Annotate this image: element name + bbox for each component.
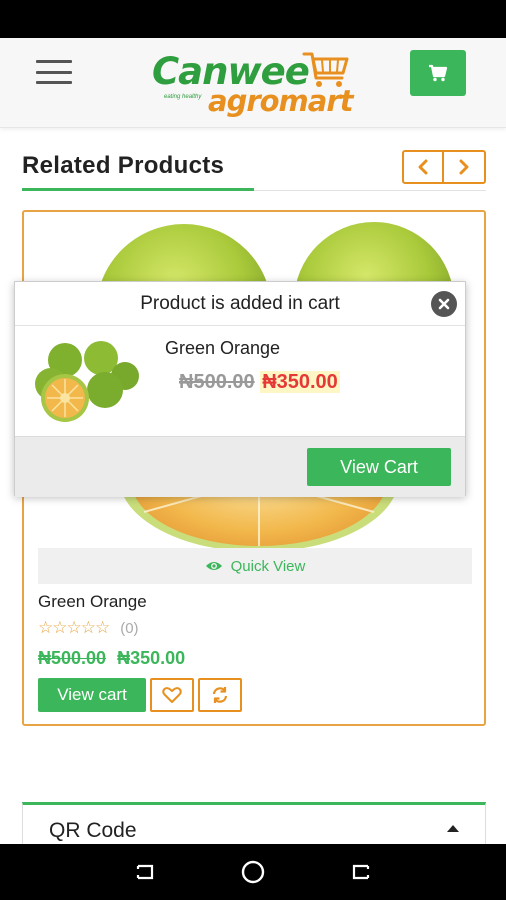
popup-sale-price: ₦350.00 [260, 371, 340, 393]
close-icon [438, 298, 450, 310]
recents-button[interactable] [129, 857, 159, 887]
android-nav-bar [0, 844, 506, 900]
recents-icon [137, 864, 154, 880]
carousel-next-button[interactable] [444, 150, 486, 184]
home-icon [241, 860, 265, 884]
carousel-prev-button[interactable] [402, 150, 444, 184]
related-products-header: Related Products [22, 148, 486, 192]
review-count: (0) [120, 619, 139, 637]
app-header: Canwee eating healthy agromart [0, 38, 506, 128]
quick-view-label: Quick View [230, 557, 306, 575]
popup-header: Product is added in cart [15, 282, 465, 326]
section-title: Related Products [22, 152, 225, 179]
section-underline [22, 188, 254, 191]
popup-old-price: ₦500.00 [179, 371, 255, 393]
heart-icon [162, 687, 182, 703]
caret-up-icon[interactable] [447, 825, 459, 832]
hamburger-icon[interactable] [36, 60, 72, 84]
rating-stars: ☆☆☆☆☆ [38, 618, 110, 637]
quick-view-button[interactable]: Quick View [38, 548, 472, 584]
logo[interactable]: Canwee eating healthy agromart [152, 48, 362, 120]
product-prices: ₦500.00 ₦350.00 [38, 648, 185, 669]
shopping-cart-icon [429, 64, 448, 82]
logo-tagline: eating healthy [164, 94, 202, 100]
product-actions: View cart [38, 678, 242, 712]
sale-price: ₦350.00 [117, 648, 186, 668]
carousel-nav [402, 150, 486, 184]
popup-view-cart-button[interactable]: View Cart [307, 448, 451, 486]
chevron-left-icon [418, 159, 428, 175]
eye-icon [205, 562, 222, 570]
popup-product-name: Green Orange [165, 338, 281, 358]
product-rating: ☆☆☆☆☆ (0) [38, 618, 139, 638]
basket-icon [302, 52, 349, 87]
back-icon [352, 864, 369, 880]
popup-footer: View Cart [15, 436, 465, 497]
refresh-icon [212, 687, 228, 703]
status-bar [0, 0, 506, 38]
chevron-right-icon [459, 159, 469, 175]
qr-code-title: QR Code [49, 819, 137, 842]
added-to-cart-popup: Product is added in cart Green Orange ₦5… [14, 281, 466, 497]
close-button[interactable] [431, 291, 457, 317]
product-name[interactable]: Green Orange [38, 592, 147, 612]
wishlist-button[interactable] [150, 678, 194, 712]
cart-button[interactable] [410, 50, 466, 96]
popup-title: Product is added in cart [140, 293, 340, 314]
home-button[interactable] [238, 857, 268, 887]
back-button[interactable] [347, 857, 377, 887]
old-price: ₦500.00 [38, 648, 107, 668]
popup-prices: ₦500.00 ₦350.00 [179, 371, 340, 394]
view-cart-button[interactable]: View cart [38, 678, 146, 712]
compare-button[interactable] [198, 678, 242, 712]
popup-product-image [35, 341, 139, 422]
